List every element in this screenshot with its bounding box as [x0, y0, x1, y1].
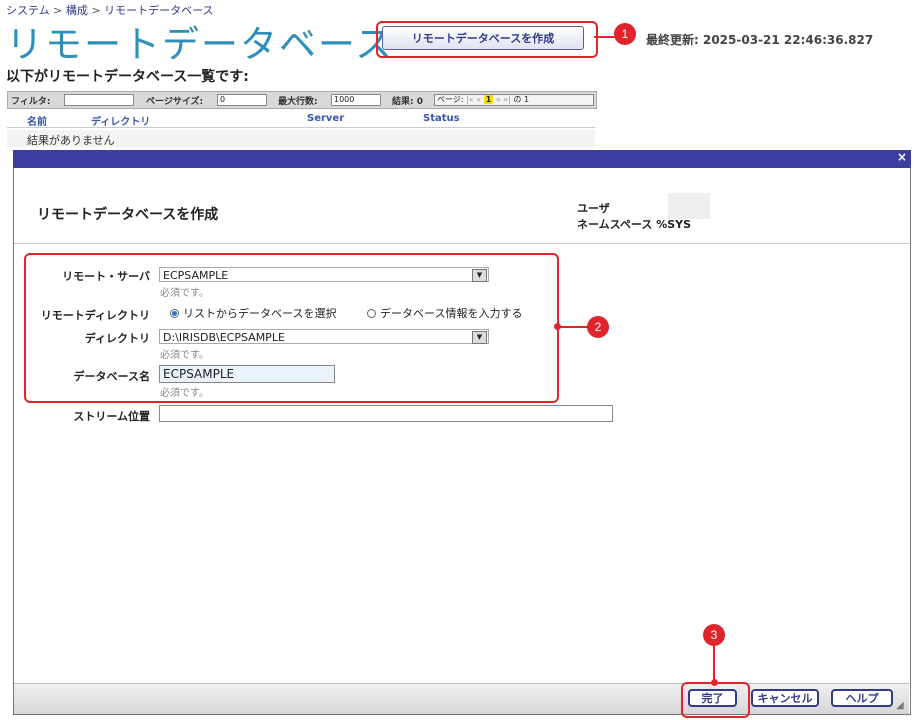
pager-next-icon[interactable]: »: [496, 95, 501, 104]
column-status[interactable]: Status: [423, 113, 460, 124]
dialog-title: リモートデータベースを作成: [37, 207, 219, 223]
stream-location-input[interactable]: [159, 405, 613, 422]
page-size-label: ページサイズ:: [146, 97, 204, 107]
column-directory[interactable]: ディレクトリ: [91, 113, 150, 128]
column-server[interactable]: Server: [307, 113, 344, 124]
pager-first-icon[interactable]: |«: [466, 95, 474, 104]
callout-line-3: [713, 646, 715, 683]
last-update: 最終更新: 2025-03-21 22:46:36.827: [646, 33, 874, 47]
pager: ページ: |« « 1 » »| の 1: [434, 94, 594, 106]
filter-label: フィルタ:: [11, 97, 51, 107]
pager-prev-icon[interactable]: «: [476, 95, 481, 104]
pager-last-icon[interactable]: »|: [503, 95, 511, 104]
help-button[interactable]: ヘルプ: [831, 689, 893, 707]
highlight-box-2: [24, 253, 559, 403]
dialog-titlebar[interactable]: [13, 150, 911, 168]
empty-message: 結果がありません: [27, 134, 115, 147]
callout-1: 1: [614, 23, 636, 45]
close-icon[interactable]: ×: [897, 150, 907, 164]
highlight-box-1: [376, 21, 598, 58]
namespace-value: %SYS: [656, 218, 692, 231]
callout-dot-3: [711, 679, 718, 686]
callout-2: 2: [587, 316, 609, 338]
create-remote-db-dialog: [13, 168, 911, 715]
namespace-label-text: ネームスペース: [577, 218, 653, 231]
filter-input[interactable]: [64, 94, 134, 106]
page-size-input[interactable]: 0: [217, 94, 267, 106]
cancel-button[interactable]: キャンセル: [751, 689, 819, 707]
results-count: 結果: 0: [392, 97, 423, 107]
stream-location-label: ストリーム位置: [73, 410, 150, 423]
callout-line-2: [557, 326, 589, 328]
table-header: 名前 ディレクトリ Server Status: [7, 110, 595, 128]
max-rows-input[interactable]: 1000: [331, 94, 381, 106]
table-toolbar: フィルタ: ページサイズ: 0 最大行数: 1000 結果: 0 ページ: |«…: [7, 91, 597, 109]
max-rows-label: 最大行数:: [278, 97, 318, 107]
resize-handle-icon[interactable]: ◢: [896, 700, 904, 711]
column-name[interactable]: 名前: [27, 113, 47, 128]
table-row: 結果がありません: [7, 130, 595, 147]
list-heading: 以下がリモートデータベース一覧です:: [6, 69, 249, 85]
page-title: リモートデータベース: [6, 23, 395, 66]
current-page[interactable]: 1: [483, 95, 494, 104]
highlight-box-3: [681, 682, 750, 718]
page-total: の 1: [513, 95, 530, 104]
callout-3: 3: [703, 624, 725, 646]
page-label: ページ:: [437, 95, 464, 104]
namespace-label: ネームスペース %SYS: [577, 216, 691, 232]
callout-line-1: [594, 36, 616, 38]
user-label: ユーザ: [577, 202, 610, 215]
